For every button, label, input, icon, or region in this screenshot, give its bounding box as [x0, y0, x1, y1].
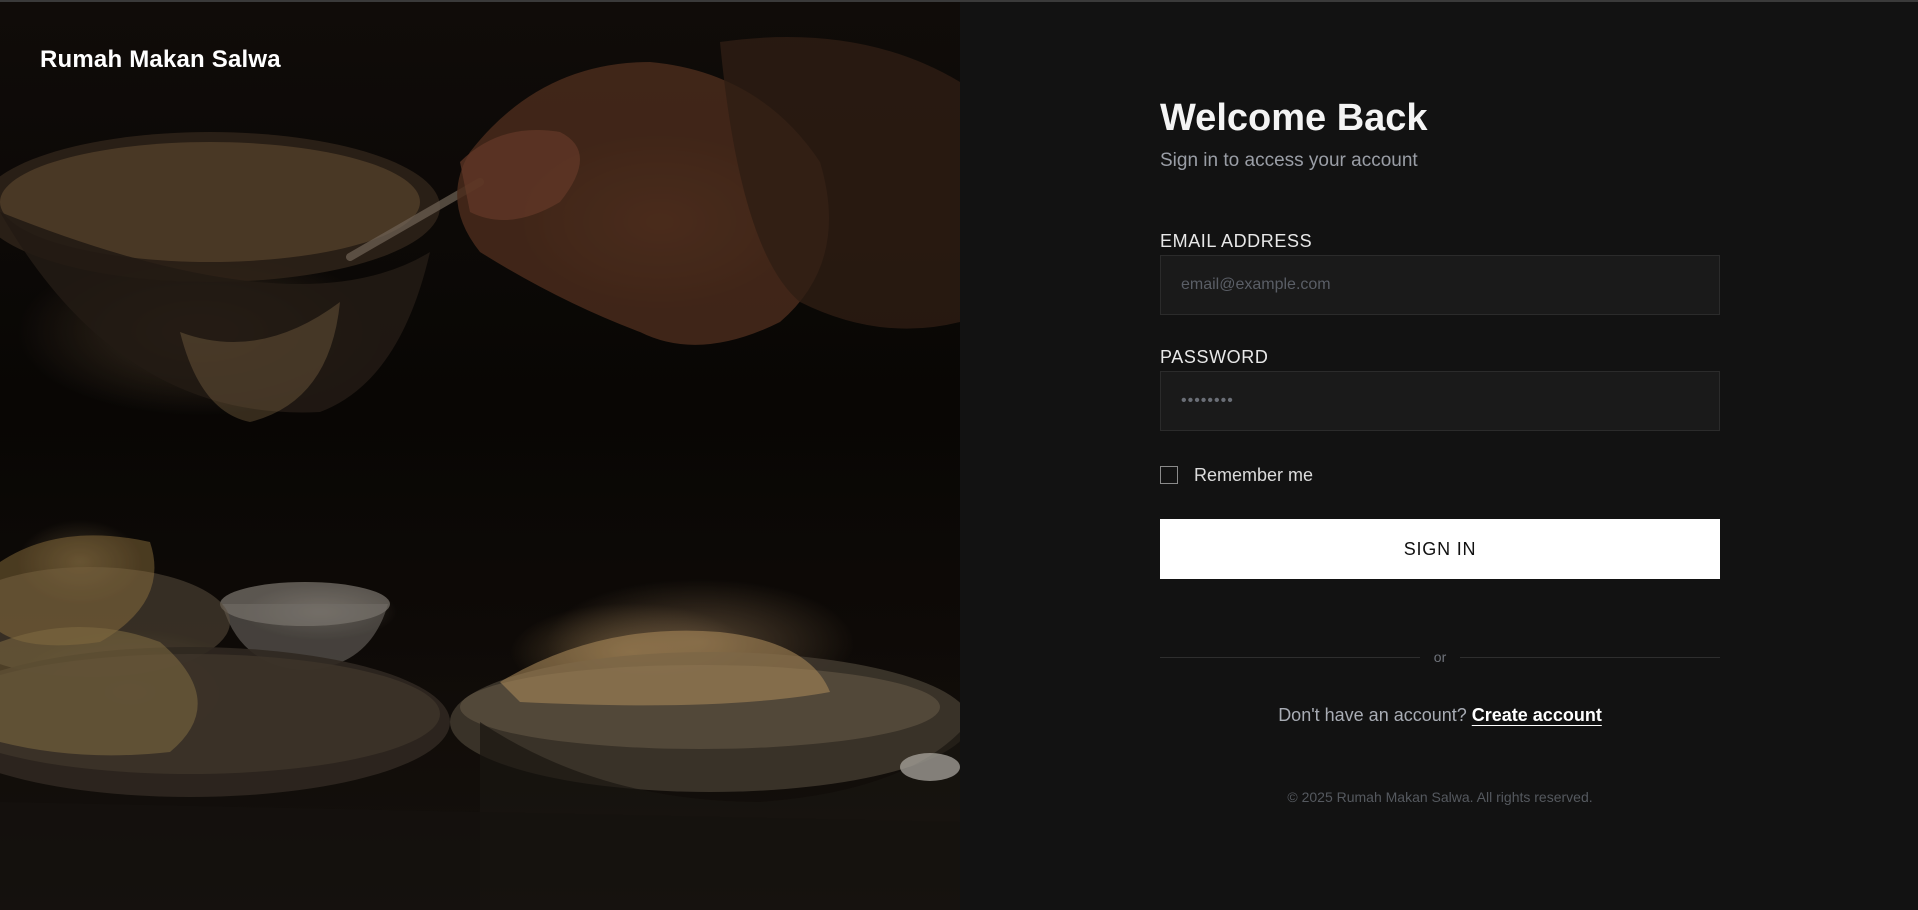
signup-prompt: Don't have an account?	[1278, 705, 1472, 725]
remember-me-checkbox[interactable]	[1160, 466, 1178, 484]
hero-image: Rumah Makan Salwa	[0, 2, 960, 910]
remember-me-label[interactable]: Remember me	[1194, 465, 1313, 486]
password-field[interactable]	[1160, 371, 1720, 431]
hero-overlay	[0, 2, 960, 910]
create-account-link[interactable]: Create account	[1472, 705, 1602, 725]
divider-line-left	[1160, 656, 1420, 658]
or-divider: or	[1160, 649, 1721, 665]
page-subtitle: Sign in to access your account	[1160, 150, 1418, 171]
brand-logo-text[interactable]: Rumah Makan Salwa	[40, 46, 281, 74]
copyright-text: © 2025 Rumah Makan Salwa. All rights res…	[1287, 789, 1593, 805]
email-label: EMAIL ADDRESS	[1160, 231, 1313, 251]
divider-line-right	[1460, 656, 1721, 658]
login-page: Rumah Makan Salwa Welcome Back Sign in t…	[0, 0, 1918, 910]
password-label: PASSWORD	[1160, 347, 1269, 367]
page-title: Welcome Back	[1160, 97, 1428, 139]
sign-in-button[interactable]: SIGN IN	[1160, 519, 1720, 579]
email-field[interactable]	[1160, 255, 1720, 315]
signup-row: Don't have an account? Create account	[1160, 705, 1720, 726]
login-form: Welcome Back Sign in to access your acco…	[1160, 95, 1721, 805]
remember-me-row[interactable]: Remember me	[1160, 464, 1720, 486]
form-panel: Welcome Back Sign in to access your acco…	[960, 2, 1918, 910]
divider-text: or	[1433, 649, 1447, 665]
